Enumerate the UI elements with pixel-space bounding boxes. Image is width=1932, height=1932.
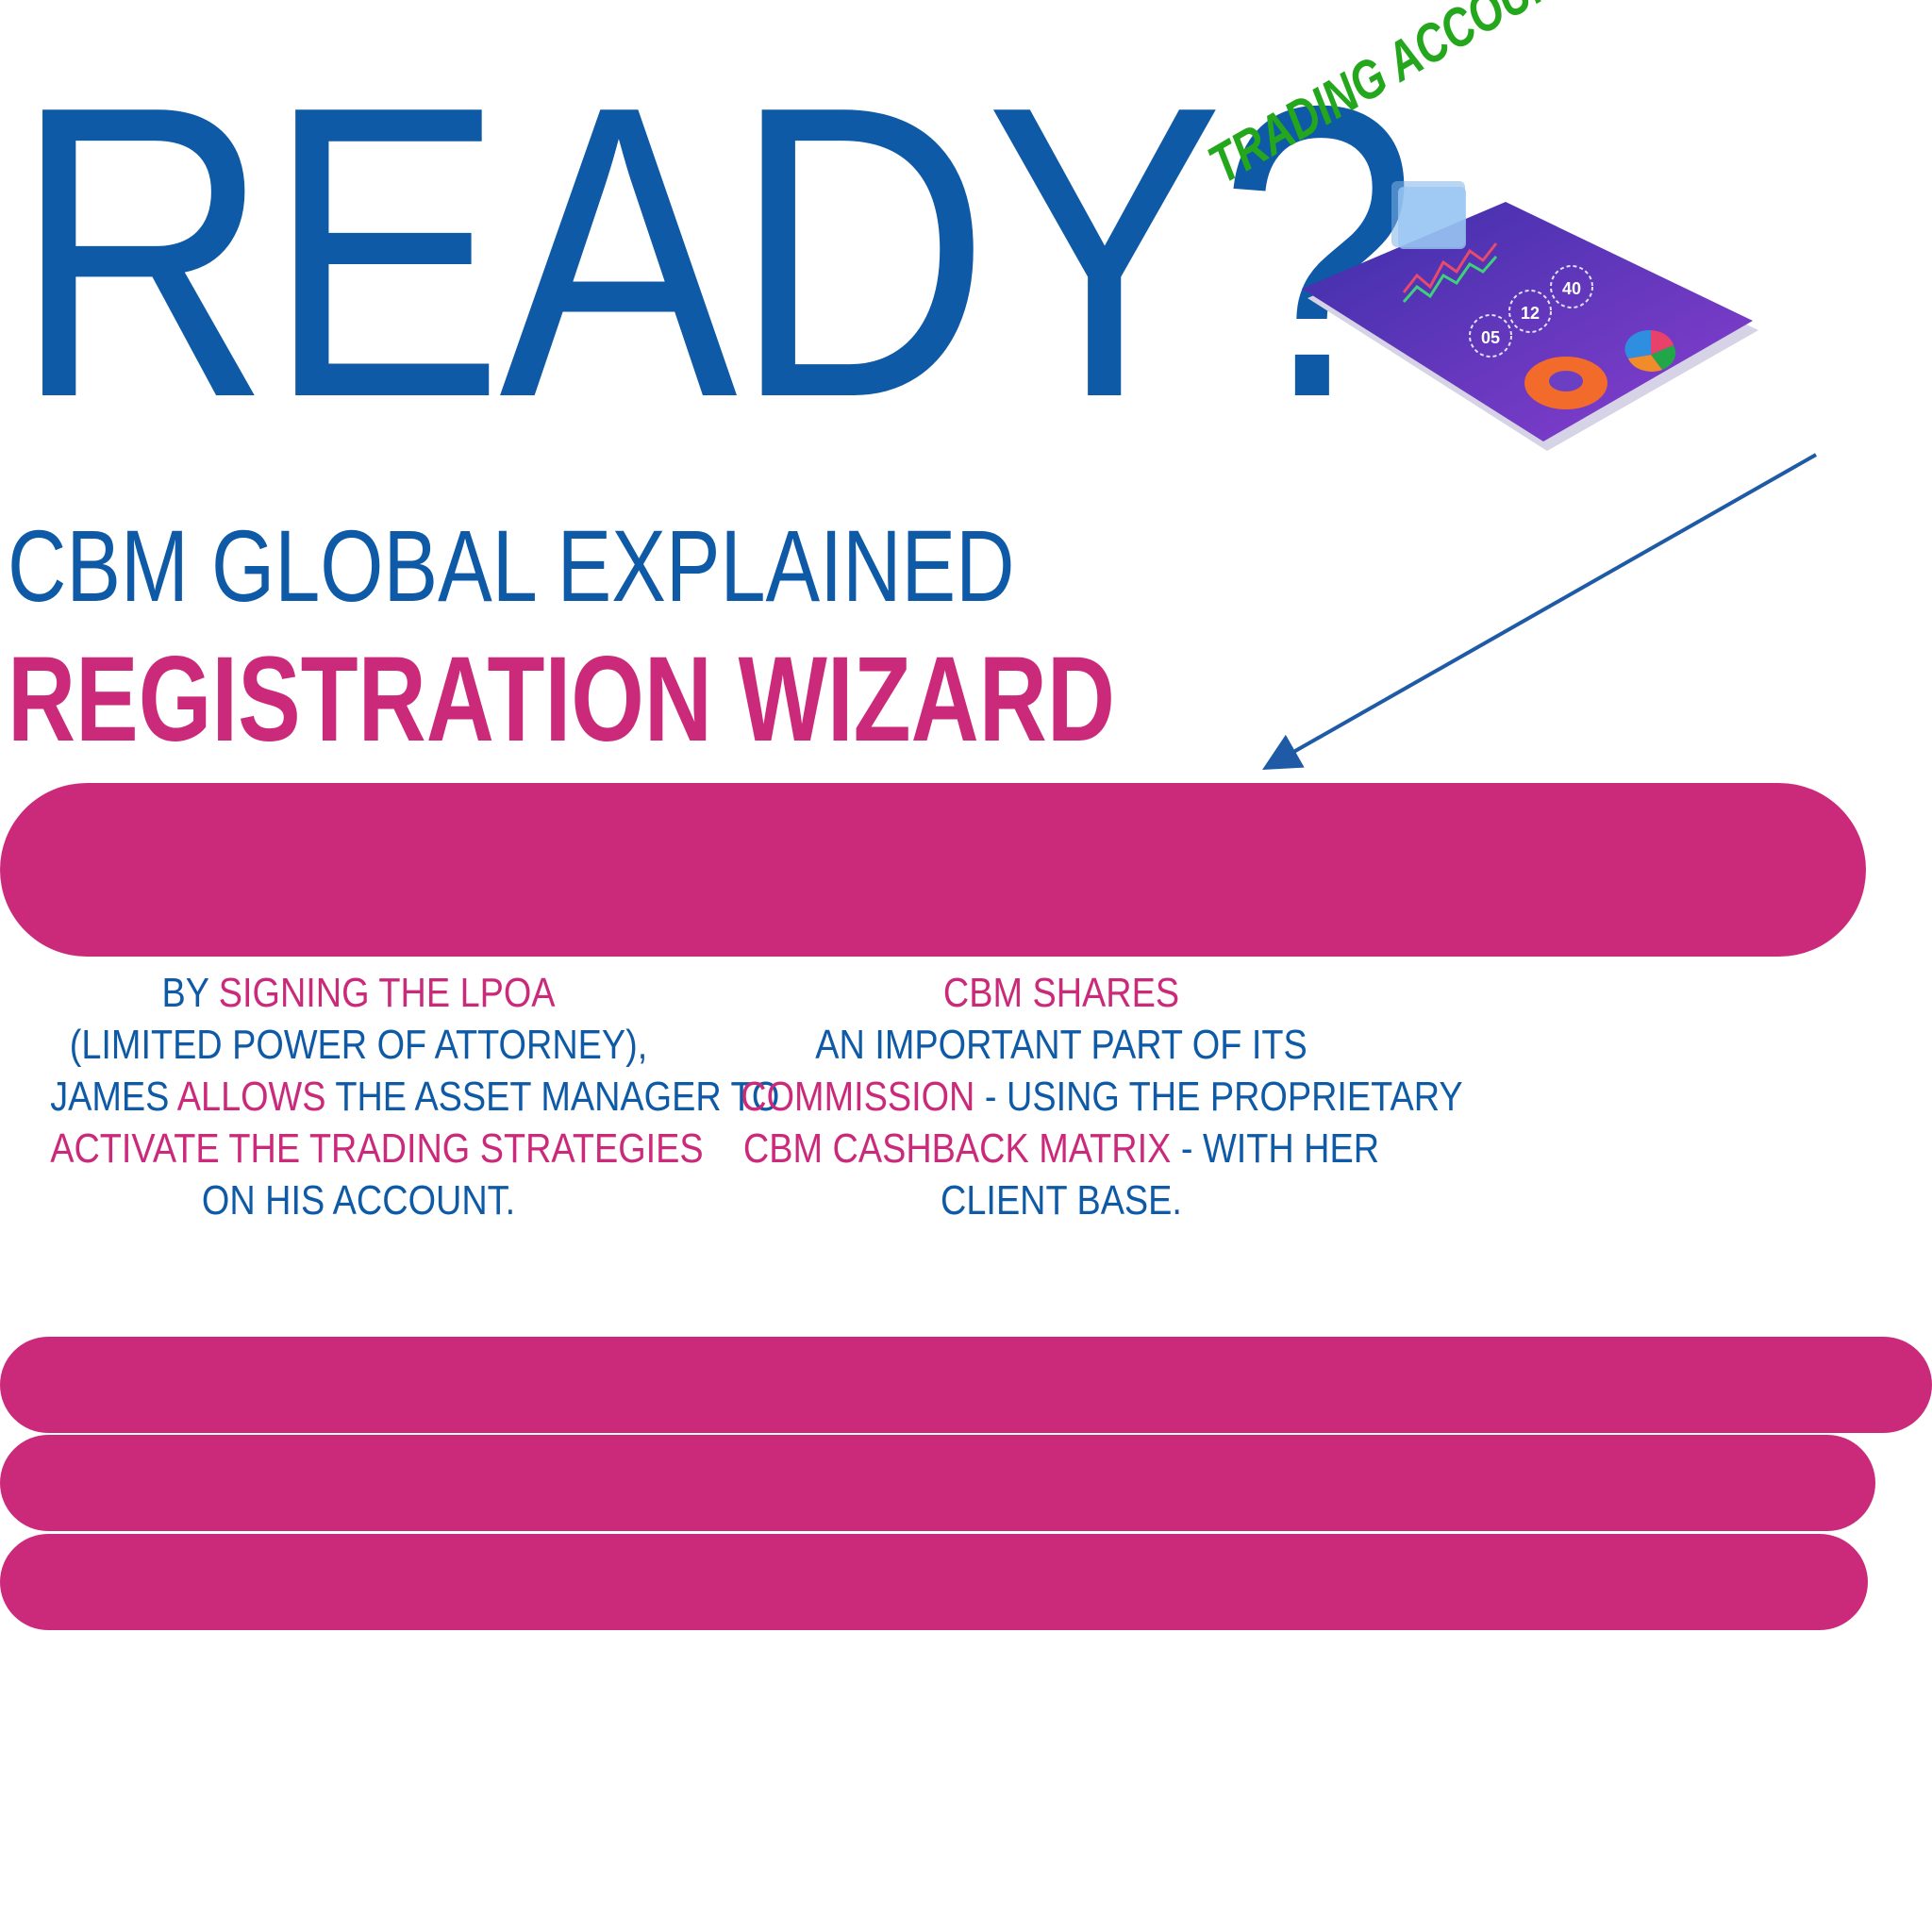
- cashback-line-5: CLIENT BASE.: [941, 1177, 1182, 1224]
- cashback-line-1: CBM SHARES: [942, 970, 1180, 1016]
- registration-wizard-title: REGISTRATION WIZARD: [8, 632, 1115, 767]
- lpoa-line-4: ACTIVATE THE TRADING STRATEGIES: [50, 1125, 704, 1172]
- cbm-global-explained-title: CBM GLOBAL EXPLAINED: [8, 508, 1015, 623]
- floating-cards-icon: [1391, 181, 1466, 249]
- pink-bar-1: [0, 1337, 1932, 1433]
- top-banner-bar: [0, 783, 1866, 957]
- svg-text:12: 12: [1521, 304, 1540, 323]
- pink-bar-2: [0, 1435, 1875, 1531]
- lpoa-line-3: JAMES ALLOWS THE ASSET MANAGER TO: [50, 1074, 780, 1120]
- trading-tablet-illustration: 05 12 40: [1302, 181, 1758, 451]
- donut-chart-icon: [1524, 357, 1607, 409]
- cashback-line-4: CBM CASHBACK MATRIX - WITH HER: [742, 1125, 1380, 1172]
- cashback-explanation: CBM SHARES AN IMPORTANT PART OF ITS COMM…: [689, 967, 1463, 1226]
- lpoa-line-1: BY SIGNING THE LPOA: [161, 970, 556, 1016]
- pink-bar-3: [0, 1534, 1868, 1630]
- cashback-line-2: AN IMPORTANT PART OF ITS: [815, 1022, 1307, 1068]
- ready-headline: READY?: [13, 21, 1417, 484]
- lpoa-line-5: ON HIS ACCOUNT.: [201, 1177, 516, 1224]
- lpoa-line-2: (LIMITED POWER OF ATTORNEY),: [69, 1022, 648, 1068]
- lpoa-explanation: BY SIGNING THE LPOA (LIMITED POWER OF AT…: [0, 967, 780, 1226]
- svg-text:05: 05: [1481, 328, 1500, 347]
- cashback-line-3: COMMISSION - USING THE PROPRIETARY: [741, 1074, 1463, 1120]
- svg-text:40: 40: [1562, 279, 1581, 298]
